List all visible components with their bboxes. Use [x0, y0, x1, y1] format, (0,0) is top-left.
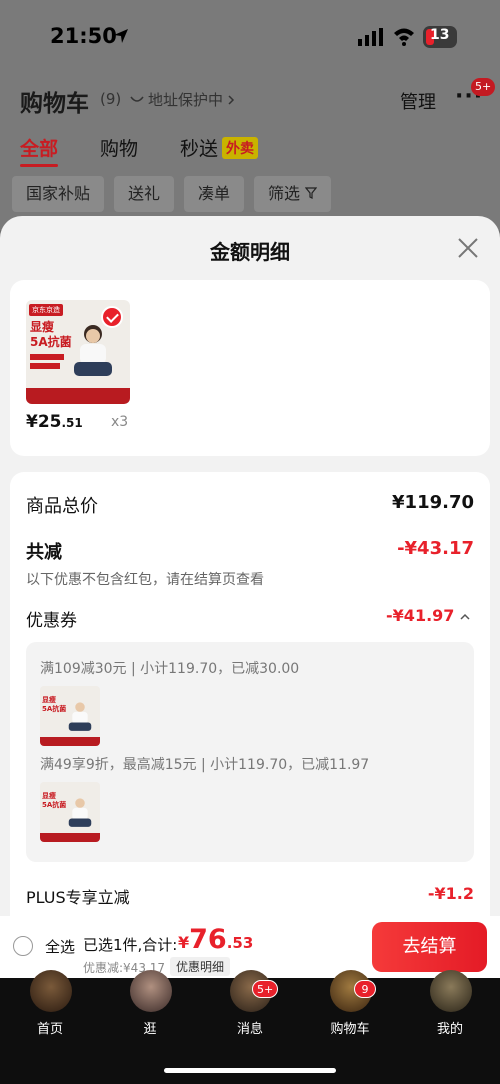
product-price: ¥25.51	[26, 412, 83, 432]
sheet-title: 金额明细	[210, 240, 290, 264]
select-all-radio[interactable]	[13, 936, 33, 956]
model-figure	[68, 798, 92, 827]
battery-level: 13	[430, 27, 450, 43]
close-icon[interactable]	[456, 236, 480, 260]
cellular-signal-icon	[358, 28, 383, 46]
selected-summary: 已选1件,合计:	[83, 936, 178, 954]
nav-messages[interactable]: 5+ 消息	[200, 970, 300, 1048]
price-breakdown-card: 商品总价 ¥119.70 共减 -¥43.17 以下优惠不包含红包，请在结算页查…	[10, 472, 490, 932]
checkout-bar: 全选 已选1件,合计: ¥76.53 优惠减:¥43.17 优惠明细 去结算	[0, 916, 500, 978]
coupon-toggle[interactable]: -¥41.97	[386, 606, 470, 625]
battery-icon: 13	[423, 26, 457, 48]
reduce-note: 以下优惠不包含红包，请在结算页查看	[26, 572, 264, 588]
nav-home[interactable]: 首页	[0, 970, 100, 1048]
cart-badge: 9	[354, 980, 376, 998]
product-price-dec: .51	[61, 416, 83, 430]
coupon-label: 优惠券	[26, 611, 77, 631]
messages-badge: 5+	[252, 980, 279, 998]
filter-chips: 国家补贴 送礼 凑单 筛选	[12, 176, 332, 212]
promo-stripe	[30, 363, 60, 369]
product-price-int: ¥25	[26, 412, 62, 432]
funnel-icon	[304, 187, 318, 199]
page-title: 购物车	[20, 91, 89, 117]
nav-cart-label: 购物车	[330, 1022, 370, 1037]
filter-button[interactable]: 筛选	[254, 176, 332, 212]
filter-label: 筛选	[268, 184, 301, 203]
nav-mine[interactable]: 我的	[400, 970, 500, 1048]
address-protect-icon	[130, 96, 144, 102]
model-figure	[68, 702, 92, 731]
tab-instant-delivery[interactable]: 秒送 外卖	[180, 134, 259, 161]
selected-check-icon[interactable]	[101, 306, 123, 328]
location-arrow-icon	[114, 29, 128, 43]
thumb-title-line1: 显瘦	[42, 696, 56, 704]
product-image[interactable]: 京东京造 显瘦 5A抗菌	[26, 300, 130, 404]
nav-mine-label: 我的	[436, 1022, 463, 1037]
select-all-label[interactable]: 全选	[45, 936, 75, 957]
manage-button[interactable]: 管理	[400, 88, 436, 114]
coupon-rule-1: 满109减30元 | 小计119.70，已减30.00	[40, 661, 300, 677]
filter-bundle[interactable]: 凑单	[184, 176, 245, 212]
total-value: ¥119.70	[392, 492, 474, 513]
tab-all[interactable]: 全部	[20, 134, 59, 167]
reduce-label: 共减	[26, 542, 62, 563]
nav-cart[interactable]: 9 购物车	[300, 970, 400, 1048]
nav-messages-label: 消息	[236, 1022, 263, 1037]
coupon-value: -¥41.97	[386, 606, 455, 625]
coupon-rule-2: 满49享9折，最高减15元 | 小计119.70，已减11.97	[40, 757, 370, 773]
total-label: 商品总价	[26, 496, 98, 517]
status-bar: 21:50 13	[0, 0, 500, 76]
filter-national-subsidy[interactable]: 国家补贴	[12, 176, 105, 212]
more-badge: 5+	[471, 78, 496, 96]
model-figure	[74, 325, 112, 376]
thumb-title-line1: 显瘦	[42, 792, 56, 800]
total-currency: ¥	[178, 933, 190, 952]
wifi-icon	[394, 28, 414, 46]
thumb-title-line2: 5A抗菌	[42, 801, 67, 809]
coupon-product-thumb: 显瘦 5A抗菌	[40, 686, 100, 746]
chevron-up-icon	[460, 613, 470, 620]
promo-bar	[26, 388, 130, 404]
discount-detail-button[interactable]: 优惠明细	[170, 957, 231, 976]
home-avatar-icon	[30, 970, 72, 1012]
thumb-title: 显瘦 5A抗菌	[42, 792, 66, 810]
coupon-product-thumb: 显瘦 5A抗菌	[40, 782, 100, 842]
total-amount: ¥76.53	[178, 924, 253, 955]
tab-shopping[interactable]: 购物	[100, 134, 138, 161]
cart-tabs: 全部 购物 秒送 外卖	[20, 134, 259, 167]
plus-label: PLUS专享立减	[26, 888, 130, 907]
chevron-right-icon	[228, 94, 235, 105]
nav-browse-label: 逛	[143, 1022, 157, 1037]
store-label: 京东京造	[29, 304, 63, 316]
promo-stripe	[30, 354, 64, 360]
promo-bar	[40, 737, 100, 746]
plus-value: -¥1.2	[427, 884, 474, 903]
mine-avatar-icon	[430, 970, 472, 1012]
home-indicator	[164, 1068, 336, 1073]
total-int: 76	[189, 924, 227, 955]
nav-home-label: 首页	[36, 1022, 63, 1037]
tab-instant-label: 秒送	[180, 138, 219, 160]
cart-count: (9)	[100, 90, 122, 108]
reduce-value: -¥43.17	[397, 538, 474, 559]
promo-bar	[40, 833, 100, 842]
thumb-title: 显瘦 5A抗菌	[42, 696, 66, 714]
address-label: 地址保护中	[148, 91, 224, 109]
product-qty: x3	[111, 414, 129, 430]
filter-gift[interactable]: 送礼	[114, 176, 175, 212]
browse-avatar-icon	[130, 970, 172, 1012]
coupon-detail-box: 满109减30元 | 小计119.70，已减30.00 显瘦 5A抗菌 满49享9…	[26, 642, 474, 862]
thumb-title-line2: 5A抗菌	[42, 705, 67, 713]
checkout-button[interactable]: 去结算	[372, 922, 487, 972]
total-dec: .53	[226, 934, 254, 952]
nav-browse[interactable]: 逛	[100, 970, 200, 1048]
status-time: 21:50	[50, 24, 117, 48]
product-card: 京东京造 显瘦 5A抗菌 ¥25.51 x3	[10, 280, 490, 456]
address-protection[interactable]: 地址保护中	[130, 89, 235, 110]
takeout-badge: 外卖	[222, 137, 259, 159]
